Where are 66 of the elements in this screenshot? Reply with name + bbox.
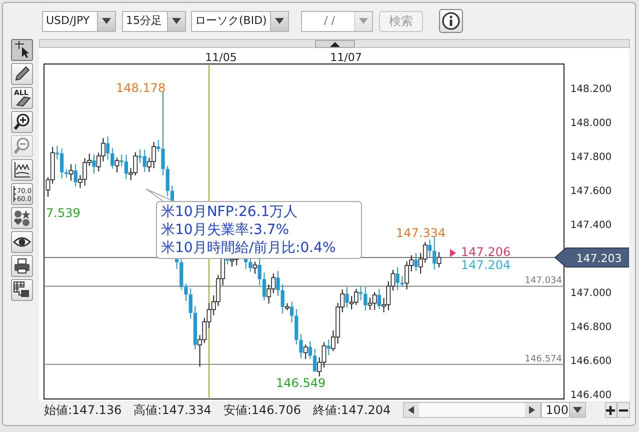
tool-button[interactable] <box>11 207 33 229</box>
left-arrow-icon <box>408 406 414 414</box>
scroll-right-button[interactable] <box>524 403 540 417</box>
zoom-in-button[interactable] <box>604 402 618 418</box>
printer-icon <box>13 257 31 275</box>
price-tick: 146.800 <box>570 322 612 333</box>
extreme-price-label: 7.539 <box>46 206 80 220</box>
tool-button[interactable] <box>11 39 33 61</box>
info-icon <box>442 12 460 30</box>
tooltip-text: 米10月NFP:26.1万人 <box>161 203 299 221</box>
price-tick: 147.400 <box>570 220 612 231</box>
save-icon <box>13 281 31 299</box>
timeframe-dropdown[interactable]: 15分足 <box>122 10 186 32</box>
right-arrow-icon <box>529 406 536 414</box>
price-line-label: 147.034 <box>524 276 562 286</box>
caret-icon <box>172 18 181 24</box>
pointer-icon <box>13 41 31 59</box>
extreme-price-label: 146.549 <box>276 376 326 390</box>
date-label: 11/07 <box>330 51 362 64</box>
collapse-button[interactable] <box>314 40 354 48</box>
caret-icon <box>275 18 284 24</box>
ohlc-value: 高値:147.334 <box>134 402 212 419</box>
extreme-price-label: 148.178 <box>116 81 166 95</box>
price-tick: 146.600 <box>570 356 612 367</box>
date-label: 11/05 <box>205 51 237 64</box>
zoom-out-button[interactable] <box>617 402 630 418</box>
symbols-icon <box>13 209 31 227</box>
tool-button[interactable] <box>11 159 33 181</box>
ohlc-value: 始値:147.136 <box>44 402 122 419</box>
line-chart-icon <box>13 161 31 179</box>
pencil-icon <box>13 65 31 83</box>
tool-button[interactable] <box>11 231 33 253</box>
triangle-marker-icon <box>450 249 456 257</box>
plus-icon <box>606 406 616 414</box>
caret-icon <box>102 18 111 24</box>
extreme-price-label: 147.334 <box>396 226 446 240</box>
tool-button[interactable] <box>11 63 33 85</box>
scrollbar[interactable] <box>402 402 541 418</box>
tooltip-text: 米10月時間給/前月比:0.4% <box>161 239 337 257</box>
triangle-up-icon <box>330 42 340 46</box>
zoom-in-icon <box>13 113 31 131</box>
tool-button[interactable] <box>11 255 33 277</box>
tooltip-text: 米10月失業率:3.7% <box>161 221 290 239</box>
tool-button[interactable] <box>11 279 33 301</box>
zoom-dropdown[interactable]: 100 <box>540 402 586 418</box>
scroll-left-button[interactable] <box>404 403 419 417</box>
ohlc-value: 終値:147.204 <box>313 402 391 419</box>
zoom-out-icon <box>13 137 31 155</box>
quote-price-label: 147.204 <box>461 258 511 272</box>
chart-type-dropdown[interactable]: ローソク(BID) <box>191 10 289 32</box>
quote-price-label: 147.206 <box>461 245 511 259</box>
price-line-label: 146.574 <box>524 354 562 364</box>
price-tick: 147.600 <box>570 186 612 197</box>
info-button[interactable] <box>439 9 463 33</box>
ohlc-value: 安値:146.706 <box>223 402 302 419</box>
symbol-dropdown[interactable]: USD/JPY <box>42 10 116 32</box>
price-tick: 148.200 <box>570 84 612 95</box>
price-tick: 147.800 <box>570 152 612 163</box>
caret-icon <box>359 18 368 24</box>
date-field[interactable]: / / <box>301 10 373 32</box>
price-tick: 146.400 <box>570 390 612 401</box>
tool-button[interactable] <box>11 111 33 133</box>
current-price: 147.203 <box>576 252 622 265</box>
caret-icon <box>572 407 582 413</box>
price-tick: 148.000 <box>570 118 612 129</box>
price-tick: 147.000 <box>570 288 612 299</box>
